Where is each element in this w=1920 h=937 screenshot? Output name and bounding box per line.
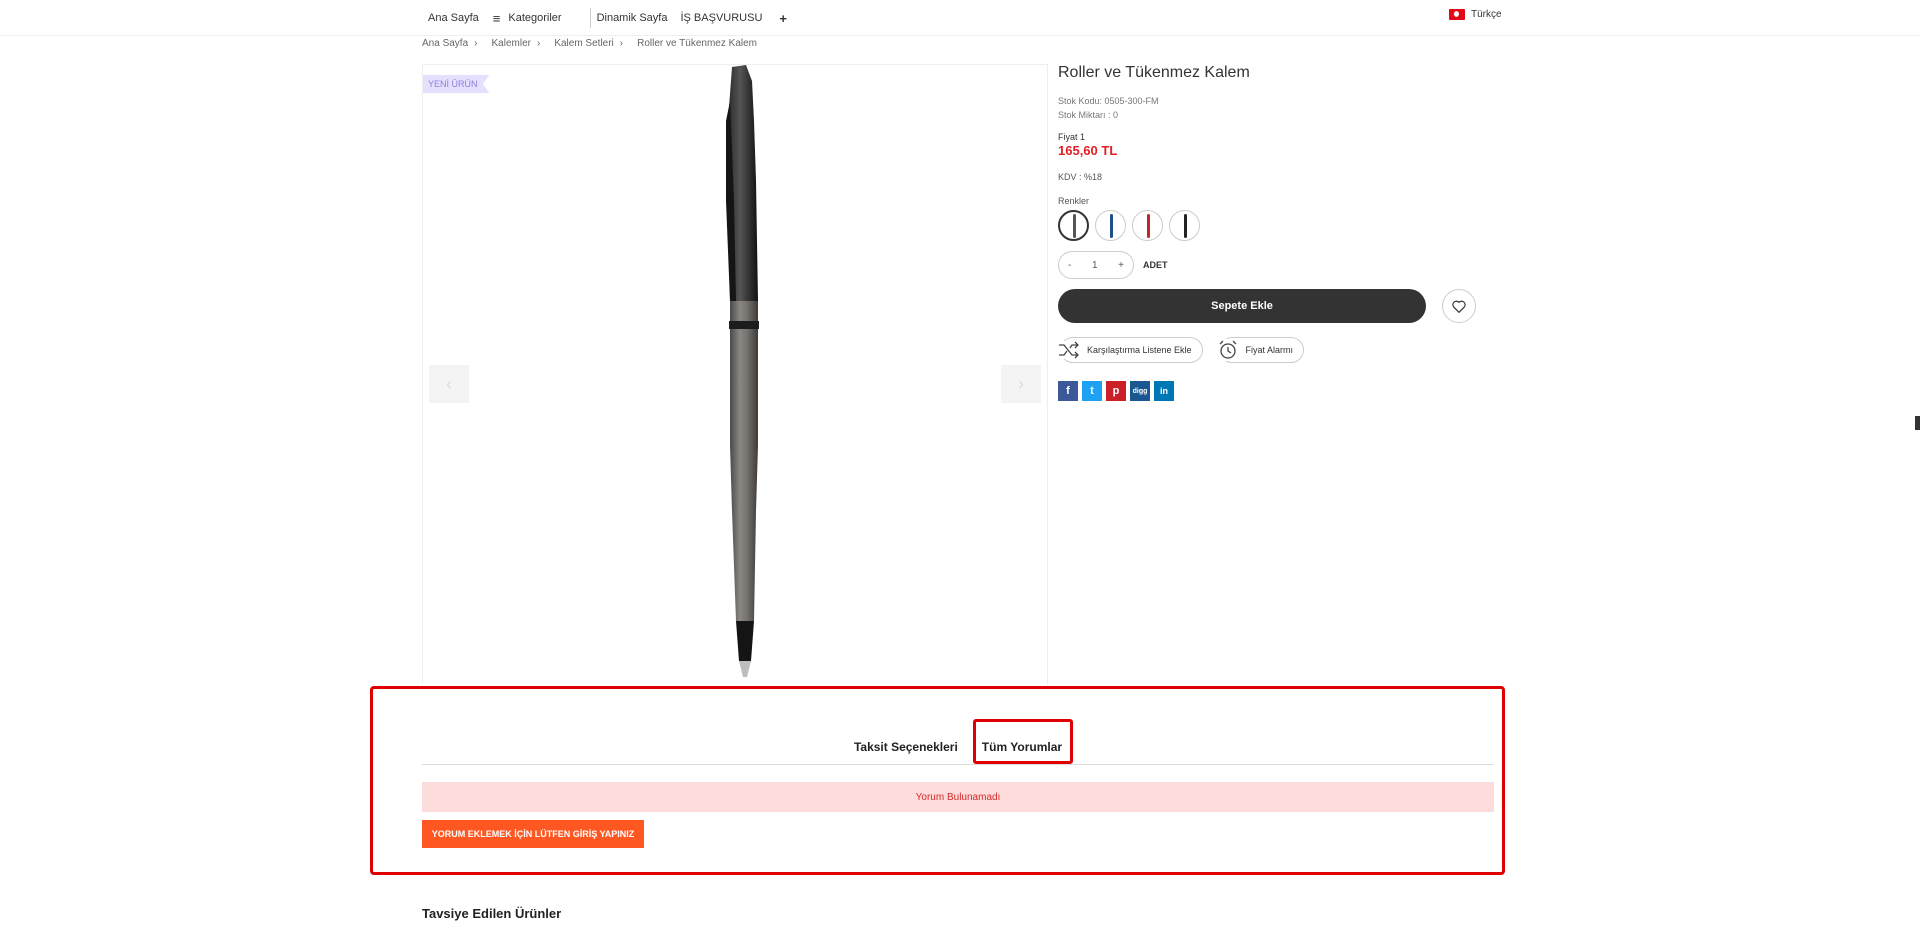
gallery-next-button[interactable]: › [1001,365,1041,403]
quantity-stepper: - 1 + [1058,251,1134,279]
language-label: Türkçe [1471,9,1502,20]
facebook-share-button[interactable]: f [1058,381,1078,401]
cart-row: Sepete Ekle [1058,289,1478,323]
breadcrumb-item-pen-sets[interactable]: Kalem Setleri [554,38,613,49]
login-to-review-button[interactable]: YORUM EKLEMEK İÇİN LÜTFEN GİRİŞ YAPINIZ [422,820,644,848]
top-navigation-bar: Ana Sayfa ≡ Kategoriler Dinamik Sayfa İŞ… [0,0,1920,36]
vat-info: KDV : %18 [1058,172,1103,182]
product-title: Roller ve Tükenmez Kalem [1058,64,1250,81]
nav-divider [589,8,591,28]
breadcrumb-separator: › [474,38,478,49]
color-swatch-blue[interactable] [1095,210,1126,241]
color-swatch-red[interactable] [1132,210,1163,241]
product-actions: Karşılaştırma Listene Ekle Fiyat Alarmı [1058,337,1478,363]
shuffle-icon [1058,341,1080,359]
quantity-input[interactable]: 1 [1092,260,1098,271]
quantity-increase-button[interactable]: + [1118,260,1124,271]
breadcrumb-item-current: Roller ve Tükenmez Kalem [637,38,757,49]
color-swatch-gray[interactable] [1058,210,1089,241]
nav-categories-label: Kategoriler [508,12,562,24]
digg-icon: digg [1132,387,1148,395]
turkey-flag-icon [1449,9,1465,20]
chevron-left-icon: ‹ [446,373,452,394]
quantity-decrease-button[interactable]: - [1068,260,1071,271]
pen-product-image [726,65,759,677]
pen-thumbnail-icon [1109,213,1113,238]
color-swatches [1058,210,1478,241]
tab-installments[interactable]: Taksit Seçenekleri [844,740,968,764]
pen-thumbnail-icon [1072,213,1076,238]
nav-job-application-link[interactable]: İŞ BAŞVURUSU [680,12,762,24]
compare-action[interactable]: Karşılaştırma Listene Ekle [1058,337,1203,363]
nav-categories[interactable]: ≡ Kategoriler [493,11,562,26]
price-label: Fiyat 1 [1058,132,1086,142]
pinterest-icon: p [1112,385,1120,397]
twitter-share-button[interactable]: t [1082,381,1102,401]
compare-label: Karşılaştırma Listene Ekle [1060,337,1203,363]
linkedin-icon: in [1160,386,1168,396]
quantity-row: - 1 + ADET [1058,251,1478,279]
hamburger-icon: ≡ [492,10,501,26]
linkedin-share-button[interactable]: in [1154,381,1174,401]
stock-quantity: Stok Miktarı : 0 [1058,110,1119,120]
breadcrumb: Ana Sayfa › Kalemler › Kalem Setleri › Roll… [422,38,763,49]
product-price: 165,60 TL [1058,143,1118,158]
add-to-cart-button[interactable]: Sepete Ekle [1058,289,1426,323]
price-alarm-action[interactable]: Fiyat Alarmı [1216,337,1305,363]
recommended-products-heading: Tavsiye Edilen Ürünler [422,906,562,921]
breadcrumb-separator: › [536,38,541,49]
twitter-icon: t [1090,385,1094,397]
color-swatch-black[interactable] [1169,210,1200,241]
no-reviews-alert: Yorum Bulunamadı [422,782,1494,812]
social-share-buttons: f t p digg in [1058,381,1478,401]
scrollbar-handle[interactable] [1915,416,1920,430]
heart-icon [1452,300,1466,313]
breadcrumb-item-home[interactable]: Ana Sayfa [422,38,468,49]
plus-icon[interactable]: + [779,11,787,26]
unit-label: ADET [1143,260,1168,270]
product-info-panel: Roller ve Tükenmez Kalem Stok Kodu: 0505… [1058,64,1478,401]
colors-label: Renkler [1058,196,1090,206]
alarm-clock-icon [1216,339,1239,361]
nav-home-link[interactable]: Ana Sayfa [428,12,479,24]
facebook-icon: f [1066,385,1070,397]
favorite-button[interactable] [1442,289,1476,323]
product-tabs: Taksit Seçenekleri Tüm Yorumlar [422,720,1494,765]
pinterest-share-button[interactable]: p [1106,381,1126,401]
product-image-gallery: YENİ ÜRÜN ‹ › [422,64,1048,684]
breadcrumb-item-pens[interactable]: Kalemler [492,38,531,49]
digg-share-button[interactable]: digg [1130,381,1150,401]
breadcrumb-separator: › [619,38,624,49]
reviews-tab-highlight [973,719,1073,764]
new-product-badge: YENİ ÜRÜN [423,75,490,93]
pen-thumbnail-icon [1183,213,1187,238]
language-selector[interactable]: Türkçe [1449,9,1502,20]
gallery-prev-button[interactable]: ‹ [429,365,469,403]
nav-dynamic-page-link[interactable]: Dinamik Sayfa [597,12,668,24]
main-nav: Ana Sayfa ≡ Kategoriler Dinamik Sayfa İŞ… [428,0,787,36]
stock-code: Stok Kodu: 0505-300-FM [1058,96,1159,106]
pen-thumbnail-icon [1146,213,1150,238]
chevron-right-icon: › [1018,373,1024,394]
